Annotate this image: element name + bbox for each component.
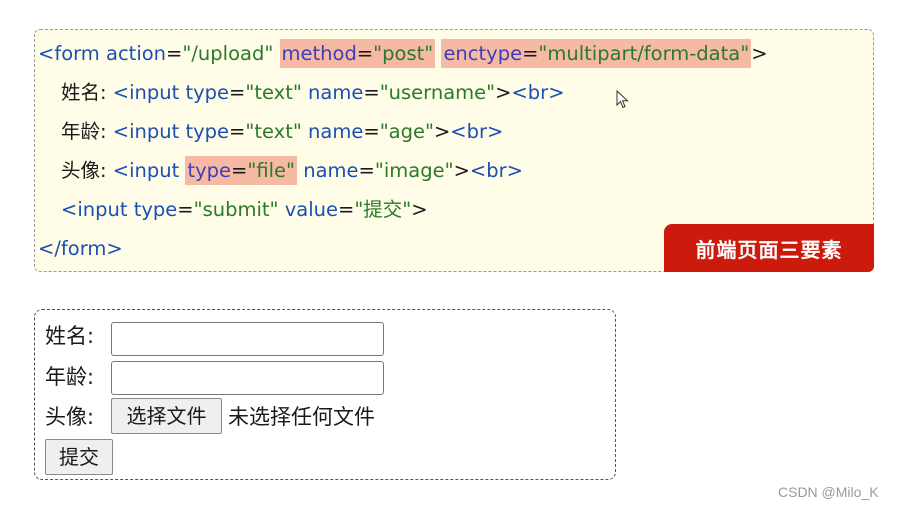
code-line-submit: <input type="submit" value="提交"> <box>61 198 428 221</box>
code-snippet-panel: <form action="/upload" method="post" enc… <box>34 29 874 272</box>
code-line-age: 年龄: <input type="text" name="age"><br> <box>61 120 504 143</box>
code-line-username: 姓名: <input type="text" name="username"><… <box>61 81 565 104</box>
code-line-form-open: <form action="/upload" method="post" enc… <box>38 37 768 71</box>
section-badge: 前端页面三要素 <box>664 224 874 272</box>
code-line-form-close: </form> <box>38 237 123 260</box>
file-status-text: 未选择任何文件 <box>228 405 375 429</box>
username-input[interactable] <box>111 322 384 356</box>
highlight-enctype: enctype="multipart/form-data" <box>441 39 752 68</box>
avatar-label: 头像: <box>45 405 95 429</box>
highlight-method: method="post" <box>279 39 436 68</box>
rendered-form-preview: 姓名: 年龄: 头像: 选择文件 未选择任何文件 提交 <box>34 309 616 480</box>
watermark: CSDN @Milo_K <box>778 484 879 500</box>
choose-file-button[interactable]: 选择文件 <box>111 398 222 434</box>
highlight-file-type: type="file" <box>185 156 298 185</box>
username-label: 姓名: <box>45 324 95 348</box>
mouse-cursor-icon <box>616 90 629 109</box>
code-line-avatar: 头像: <input type="file" name="image"><br> <box>61 154 523 188</box>
age-input[interactable] <box>111 361 384 395</box>
submit-button[interactable]: 提交 <box>45 439 113 475</box>
age-label: 年龄: <box>45 365 95 389</box>
